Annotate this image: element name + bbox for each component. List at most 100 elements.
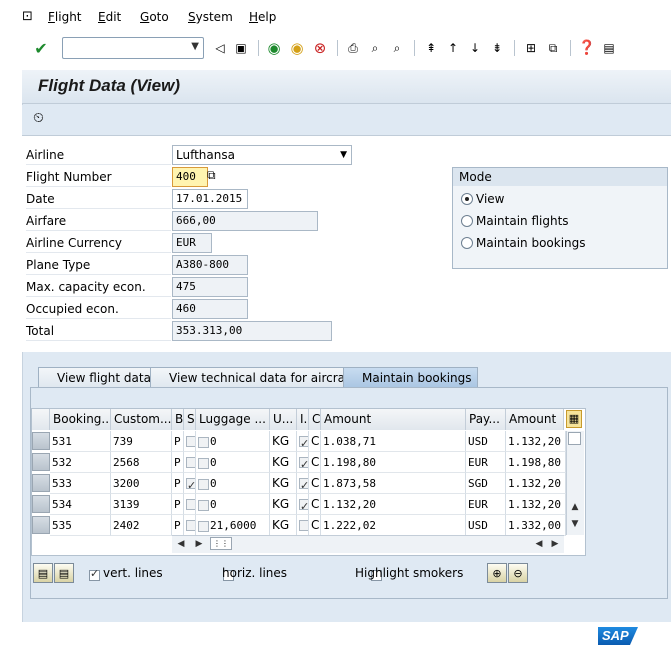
s-checkbox[interactable] — [186, 436, 195, 447]
vert-lines-checkbox[interactable] — [89, 567, 100, 581]
command-field[interactable]: ▼ — [62, 37, 204, 59]
scroll-up-icon[interactable]: ▲ — [568, 500, 582, 514]
table-cell-i[interactable] — [297, 452, 309, 473]
table-cell-s[interactable] — [184, 494, 196, 515]
table-cell-luggage[interactable]: 0 — [196, 452, 270, 473]
luggage-checkbox[interactable] — [198, 478, 209, 490]
table-cell-i[interactable] — [297, 431, 309, 452]
insert-row-button[interactable]: ⊕ — [487, 563, 507, 583]
column-header-luggage[interactable]: Luggage ... — [196, 409, 270, 430]
luggage-checkbox[interactable] — [198, 520, 209, 532]
exit-icon[interactable]: ◉ — [288, 39, 306, 57]
help-icon[interactable]: ❓ — [578, 39, 596, 57]
table-cell-i[interactable] — [297, 473, 309, 494]
radio-view[interactable] — [461, 193, 473, 205]
total-value: 353.313,00 — [176, 324, 243, 337]
radio-maintain-flights[interactable] — [461, 215, 473, 227]
row-selector[interactable] — [32, 474, 50, 492]
menu-goto[interactable]: Goto — [140, 10, 169, 24]
scroll-left-icon[interactable]: ◀ — [532, 537, 546, 551]
column-header-amount[interactable]: Amount — [321, 409, 466, 430]
column-header-customer[interactable]: Custom... — [111, 409, 172, 430]
i-checkbox[interactable] — [299, 433, 308, 451]
previous-page-icon[interactable]: ↑ — [444, 39, 462, 57]
scroll-right-icon[interactable]: ▶ — [192, 537, 206, 551]
i-checkbox[interactable] — [299, 520, 308, 531]
s-checkbox[interactable] — [186, 499, 195, 510]
column-header-payment[interactable]: Pay... — [466, 409, 506, 430]
column-header-c[interactable]: C — [309, 409, 321, 430]
find-icon[interactable]: ⌕ — [366, 39, 384, 57]
back-icon[interactable]: ◉ — [265, 39, 283, 57]
shortcut-icon[interactable]: ⧉ — [544, 39, 562, 57]
table-cell-i[interactable] — [297, 494, 309, 515]
luggage-checkbox[interactable] — [198, 457, 209, 469]
back-triangle-icon[interactable]: ◁ — [211, 39, 229, 57]
chevron-down-icon[interactable]: ▼ — [340, 146, 347, 164]
column-header-booking[interactable]: Booking... — [50, 409, 111, 430]
table-cell-s[interactable] — [184, 431, 196, 452]
s-checkbox[interactable] — [186, 457, 195, 468]
select-all-button[interactable]: ▤ — [33, 563, 53, 583]
date-input[interactable]: 17.01.2015 — [172, 189, 248, 209]
table-cell-luggage[interactable]: 0 — [196, 494, 270, 515]
luggage-checkbox[interactable] — [198, 499, 209, 511]
table-cell-luggage[interactable]: 21,6000 — [196, 515, 270, 536]
row-selector-header[interactable] — [32, 409, 50, 430]
menu-icon[interactable]: ⊡ — [22, 9, 33, 24]
clock-icon[interactable]: ⏲ — [33, 110, 44, 126]
row-selector[interactable] — [32, 495, 50, 513]
table-cell-unit: KG — [270, 431, 297, 452]
delete-row-button[interactable]: ⊖ — [508, 563, 528, 583]
horizontal-scroll-thumb[interactable]: ⋮⋮ — [210, 537, 232, 550]
row-selector[interactable] — [32, 432, 50, 450]
cancel-icon[interactable]: ⊗ — [311, 39, 329, 57]
table-cell-s[interactable] — [184, 473, 196, 494]
s-checkbox[interactable] — [186, 475, 195, 493]
find-next-icon[interactable]: ⌕ — [388, 39, 406, 57]
chevron-down-icon[interactable]: ▼ — [191, 41, 199, 52]
menu-system[interactable]: System — [188, 10, 233, 24]
column-header-unit[interactable]: U... — [270, 409, 297, 430]
column-settings-icon[interactable]: ▦ — [566, 410, 582, 428]
scroll-down-icon[interactable]: ▼ — [568, 517, 582, 531]
last-page-icon[interactable]: ⇟ — [488, 39, 506, 57]
next-page-icon[interactable]: ↓ — [466, 39, 484, 57]
menu-help[interactable]: Help — [249, 10, 276, 24]
layout-menu-icon[interactable]: ▤ — [600, 39, 618, 57]
table-cell-luggage[interactable]: 0 — [196, 431, 270, 452]
luggage-checkbox[interactable] — [198, 436, 209, 448]
airline-dropdown[interactable]: Lufthansa ▼ — [172, 145, 352, 165]
row-selector[interactable] — [32, 516, 50, 534]
scroll-thumb[interactable] — [568, 432, 581, 445]
radio-maintain-bookings[interactable] — [461, 237, 473, 249]
save-icon[interactable]: ▣ — [232, 39, 250, 57]
flight-number-input[interactable]: 400 — [172, 167, 208, 187]
tab-view-flight-data[interactable]: View flight data — [38, 367, 158, 388]
i-checkbox[interactable] — [299, 496, 308, 514]
table-cell-luggage[interactable]: 0 — [196, 473, 270, 494]
enter-check-icon[interactable]: ✔ — [32, 39, 50, 58]
tab-view-technical-data[interactable]: View technical data for aircraft — [150, 367, 355, 388]
column-header-b[interactable]: B — [172, 409, 184, 430]
tab-maintain-bookings[interactable]: Maintain bookings — [343, 367, 478, 388]
deselect-all-button[interactable]: ▤ — [54, 563, 74, 583]
table-cell-s[interactable] — [184, 452, 196, 473]
table-cell-s[interactable] — [184, 515, 196, 536]
i-checkbox[interactable] — [299, 475, 308, 493]
row-selector[interactable] — [32, 453, 50, 471]
column-header-amount2[interactable]: Amount — [506, 409, 564, 430]
s-checkbox[interactable] — [186, 520, 195, 531]
first-page-icon[interactable]: ⇞ — [422, 39, 440, 57]
column-header-i[interactable]: I. — [297, 409, 309, 430]
menu-flight[interactable]: Flight — [48, 10, 82, 24]
column-header-s[interactable]: S — [184, 409, 196, 430]
menu-edit[interactable]: Edit — [98, 10, 121, 24]
table-cell-i[interactable] — [297, 515, 309, 536]
copy-icon[interactable]: ⧉ — [207, 168, 216, 183]
scroll-left-icon[interactable]: ◀ — [174, 537, 188, 551]
scroll-right-icon[interactable]: ▶ — [548, 537, 562, 551]
new-session-icon[interactable]: ⊞ — [522, 39, 540, 57]
print-icon[interactable]: ⎙ — [344, 39, 362, 57]
i-checkbox[interactable] — [299, 454, 308, 472]
